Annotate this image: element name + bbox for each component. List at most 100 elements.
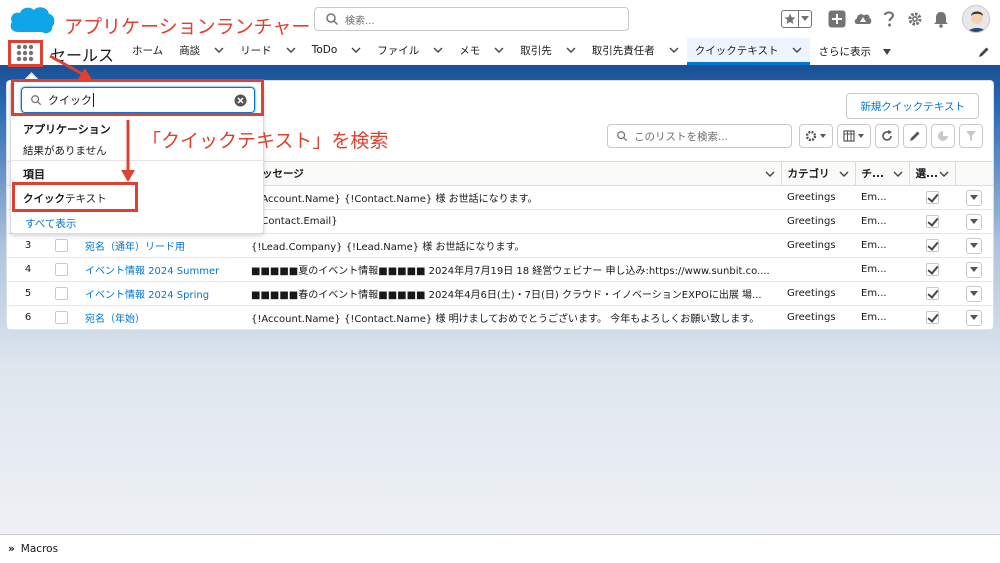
nav-tab-4[interactable]: ファイル xyxy=(369,38,451,65)
category-cell: Greetings xyxy=(781,281,855,306)
row-actions-button[interactable] xyxy=(966,309,982,326)
include-checkbox xyxy=(925,287,939,300)
search-icon xyxy=(617,131,628,142)
utility-bar: » Macros xyxy=(0,534,1000,563)
chevron-down-icon[interactable] xyxy=(351,45,361,55)
nav-tab-7[interactable]: 取引先責任者 xyxy=(584,38,687,65)
row-number: 6 xyxy=(7,305,49,330)
row-actions-button[interactable] xyxy=(966,285,982,302)
row-select-checkbox[interactable] xyxy=(55,311,68,324)
message-cell: ■■■■■春のイベント情報■■■■■ 2024年4月6日(土)・7日(日) クラ… xyxy=(245,281,781,306)
row-actions-button[interactable] xyxy=(966,213,982,230)
row-number: 3 xyxy=(7,233,49,258)
nav-tab-3[interactable]: ToDo xyxy=(304,38,370,65)
quick-text-name-link[interactable]: イベント情報 2024 Summer xyxy=(79,257,245,282)
chevron-down-icon[interactable] xyxy=(286,45,296,55)
message-cell: ■■■■■夏のイベント情報■■■■■ 2024年月7月19日 18 経営ウェビナ… xyxy=(245,257,781,282)
chevron-down-icon[interactable] xyxy=(765,169,775,179)
pie-chart-icon xyxy=(938,131,948,141)
category-cell: Greetings xyxy=(781,209,855,234)
caret-down-icon xyxy=(970,315,978,320)
nav-tabs: ホーム 商談 リード ToDo ファイル メモ 取引先 取引先責任者 クイックテキスト さらに表示 xyxy=(124,38,899,65)
filter-button[interactable] xyxy=(959,124,983,148)
avatar[interactable] xyxy=(962,5,990,33)
header-category[interactable]: カテゴリ xyxy=(780,161,855,186)
charts-button[interactable] xyxy=(931,124,955,148)
include-checkbox xyxy=(925,311,939,324)
plus-icon[interactable] xyxy=(824,6,850,32)
annotation-box-launcher xyxy=(8,40,43,67)
row-select-checkbox[interactable] xyxy=(55,239,68,252)
chevron-down-icon[interactable] xyxy=(494,45,504,55)
row-actions-button[interactable] xyxy=(966,237,982,254)
channel-cell: Em... xyxy=(855,257,909,282)
quick-text-name-link[interactable]: 宛名（通年）リード用 xyxy=(79,233,245,258)
nav-tab-6[interactable]: 取引先 xyxy=(512,38,584,65)
nav-tab-2[interactable]: リード xyxy=(232,38,304,65)
pencil-icon xyxy=(910,131,920,141)
row-actions-button[interactable] xyxy=(966,261,982,278)
include-checkbox xyxy=(925,191,939,204)
table-row: 5 イベント情報 2024 Spring ■■■■■春のイベント情報■■■■■ 20… xyxy=(7,281,993,306)
header-include-in-selection[interactable]: 選... xyxy=(908,161,955,186)
row-number: 4 xyxy=(7,257,49,282)
chevron-down-icon[interactable] xyxy=(839,169,849,179)
row-actions-cell xyxy=(955,257,993,282)
quick-text-name-link[interactable]: 宛名（年始） xyxy=(79,305,245,330)
include-checkbox xyxy=(925,239,939,252)
message-cell: {!Account.Name} {!Contact.Name} 様 お世話になり… xyxy=(245,185,781,210)
caret-down-icon xyxy=(970,243,978,248)
edit-nav-pencil-icon[interactable] xyxy=(978,46,990,58)
salesforce-cloud-logo[interactable] xyxy=(8,4,56,36)
chevron-down-icon[interactable] xyxy=(893,169,903,179)
nav-tab-label: メモ xyxy=(459,44,481,57)
header-icons xyxy=(781,4,1000,34)
chevron-down-icon[interactable] xyxy=(792,45,802,55)
bell-icon[interactable] xyxy=(928,6,954,32)
chevron-down-icon[interactable] xyxy=(433,45,443,55)
search-icon xyxy=(326,13,339,26)
navigation-bar: セールス ホーム 商談 リード ToDo ファイル メモ 取引先 取引先責任者 クイックテキスト… xyxy=(0,38,1000,68)
row-select-cell xyxy=(49,281,79,306)
nav-tab-label: 取引先 xyxy=(520,44,552,57)
header-channel[interactable]: チ... xyxy=(854,161,909,186)
global-search-input[interactable]: 検索... xyxy=(314,7,629,31)
annotation-launcher-label: アプリケーションランチャー xyxy=(64,16,311,38)
chevron-down-icon[interactable] xyxy=(939,169,949,179)
include-cell xyxy=(909,185,955,210)
caret-down-icon xyxy=(882,48,891,55)
chevron-down-icon[interactable] xyxy=(214,45,224,55)
nav-tab-8[interactable]: クイックテキスト xyxy=(686,38,811,65)
new-quick-text-button[interactable]: 新規クイックテキスト xyxy=(846,93,979,119)
include-cell xyxy=(909,281,955,306)
nav-tab-5[interactable]: メモ xyxy=(451,38,512,65)
annotation-arrow-launcher xyxy=(49,54,92,80)
view-all-link[interactable]: すべて表示 xyxy=(25,216,76,231)
row-actions-cell xyxy=(955,209,993,234)
display-as-button[interactable] xyxy=(837,124,871,148)
list-search-input[interactable]: このリストを検索... xyxy=(607,124,792,148)
header-message[interactable]: メッセージ xyxy=(244,161,781,186)
inline-edit-button[interactable] xyxy=(903,124,927,148)
star-icon[interactable] xyxy=(782,11,799,27)
macros-icon[interactable]: » xyxy=(8,543,15,555)
refresh-button[interactable] xyxy=(875,124,899,148)
trailhead-icon[interactable] xyxy=(850,6,876,32)
row-select-checkbox[interactable] xyxy=(55,287,68,300)
list-settings-button[interactable] xyxy=(799,124,833,148)
macros-label[interactable]: Macros xyxy=(21,543,58,555)
annotation-arrow-item xyxy=(121,120,135,182)
gear-icon[interactable] xyxy=(902,6,928,32)
quick-text-name-link[interactable]: イベント情報 2024 Spring xyxy=(79,281,245,306)
chevron-down-icon[interactable] xyxy=(669,45,679,55)
question-icon[interactable] xyxy=(876,6,902,32)
row-select-checkbox[interactable] xyxy=(55,263,68,276)
row-actions-cell xyxy=(955,185,993,210)
row-actions-button[interactable] xyxy=(966,189,982,206)
chevron-down-icon[interactable] xyxy=(799,11,811,27)
nav-tab-1[interactable]: 商談 xyxy=(171,38,232,65)
chevron-down-icon[interactable] xyxy=(566,45,576,55)
nav-tab-0[interactable]: ホーム xyxy=(124,38,171,65)
favorites-group[interactable] xyxy=(781,10,812,28)
nav-more-button[interactable]: さらに表示 xyxy=(810,38,899,65)
